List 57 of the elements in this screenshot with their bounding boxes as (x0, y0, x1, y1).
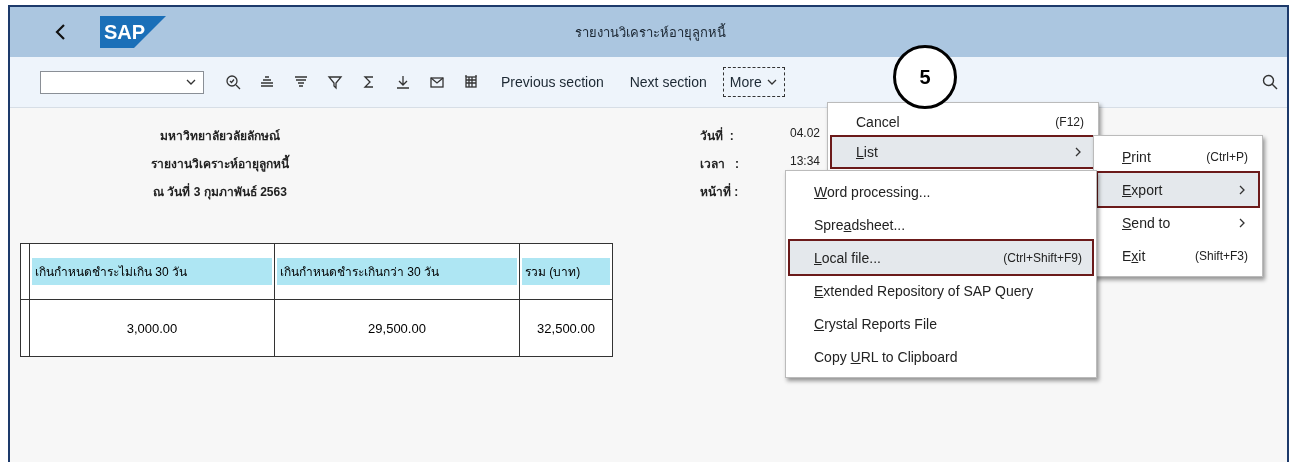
menu-label: Copy URL to Clipboard (814, 348, 959, 365)
menu-label: List (856, 144, 879, 160)
section-button[interactable]: Next section (616, 70, 720, 94)
zoom-icon (225, 74, 241, 90)
menu-label: Exit (1122, 247, 1147, 264)
menu-label: Export (1122, 181, 1164, 198)
menu-label: Cancel (856, 114, 901, 130)
shortcut-text: (Ctrl+P) (1206, 149, 1248, 164)
report-title: มหาวิทยาลัยวลัยลักษณ์ (160, 128, 280, 145)
meta-label: หน้าที่ : (700, 182, 740, 201)
menu-item[interactable]: Extended Repository of SAP Query (790, 274, 1092, 307)
mail-icon (429, 74, 445, 90)
menu-item[interactable]: List (832, 137, 1094, 167)
column-header: เกินกำหนดชำระเกินกว่า 30 วัน (277, 258, 517, 285)
meta-value: 04.02 (790, 126, 822, 142)
meta-label: เวลา : (700, 156, 740, 173)
shortcut-text: (Ctrl+Shift+F9) (1003, 250, 1082, 265)
report-title: ณ วันที่ 3 กุมภาพันธ์ 2563 (153, 182, 287, 201)
menu-label: Spreadsheet... (814, 216, 907, 233)
menu-item[interactable]: Copy URL to Clipboard (790, 340, 1092, 373)
download-icon (395, 74, 411, 90)
report-title: รายงานวิเคราะห์อายุลูกหนี้ (151, 154, 289, 173)
column-header: รวม (บาท) (522, 258, 610, 285)
window-title: รายงานวิเคราะห์อายุลูกหนี้ (574, 22, 727, 43)
menu-item[interactable]: Print (Ctrl+P) (1098, 140, 1258, 173)
menu-item[interactable]: Cancel (F12) (832, 107, 1094, 137)
filter-icon (327, 74, 343, 90)
shortcut-text: (Shift+F3) (1195, 248, 1248, 263)
table-cell: 29,500.00 (274, 299, 520, 357)
meta-value: 13:34 (790, 154, 822, 170)
menu-item[interactable]: Export (1098, 173, 1258, 206)
menu-label: Crystal Reports File (814, 315, 938, 332)
more-button[interactable]: More (725, 70, 782, 94)
meta-label: วันที่ : (700, 126, 735, 145)
logo: SAP (100, 16, 166, 48)
grid-icon (463, 74, 479, 90)
layout-dropdown[interactable] (40, 70, 204, 94)
column-header: เกินกำหนดชำระไม่เกิน 30 วัน (32, 258, 272, 285)
shortcut-text: (F12) (1055, 115, 1084, 129)
menu-item[interactable]: Spreadsheet... (790, 208, 1092, 241)
table-cell: 32,500.00 (519, 299, 613, 357)
menu-label: Local file... (814, 249, 882, 266)
back-icon (54, 23, 68, 41)
menu-item[interactable]: Local file... (Ctrl+Shift+F9) (790, 241, 1092, 274)
menu-item[interactable]: Word processing... (790, 175, 1092, 208)
menu-label: Extended Repository of SAP Query (814, 282, 1035, 299)
menu-label: Send to (1122, 214, 1172, 231)
sort-descending-icon (293, 74, 309, 90)
section-button[interactable]: Previous section (488, 70, 617, 94)
menu-label: Print (1122, 148, 1152, 165)
search-icon (1262, 74, 1278, 90)
sort-ascending-icon (259, 74, 275, 90)
menu-label: Word processing... (814, 183, 932, 200)
menu-item[interactable]: Crystal Reports File (790, 307, 1092, 340)
menu-item[interactable]: Send to (1098, 206, 1258, 239)
table-cell: 3,000.00 (29, 299, 275, 357)
menu-item[interactable]: Exit (Shift+F3) (1098, 239, 1258, 272)
